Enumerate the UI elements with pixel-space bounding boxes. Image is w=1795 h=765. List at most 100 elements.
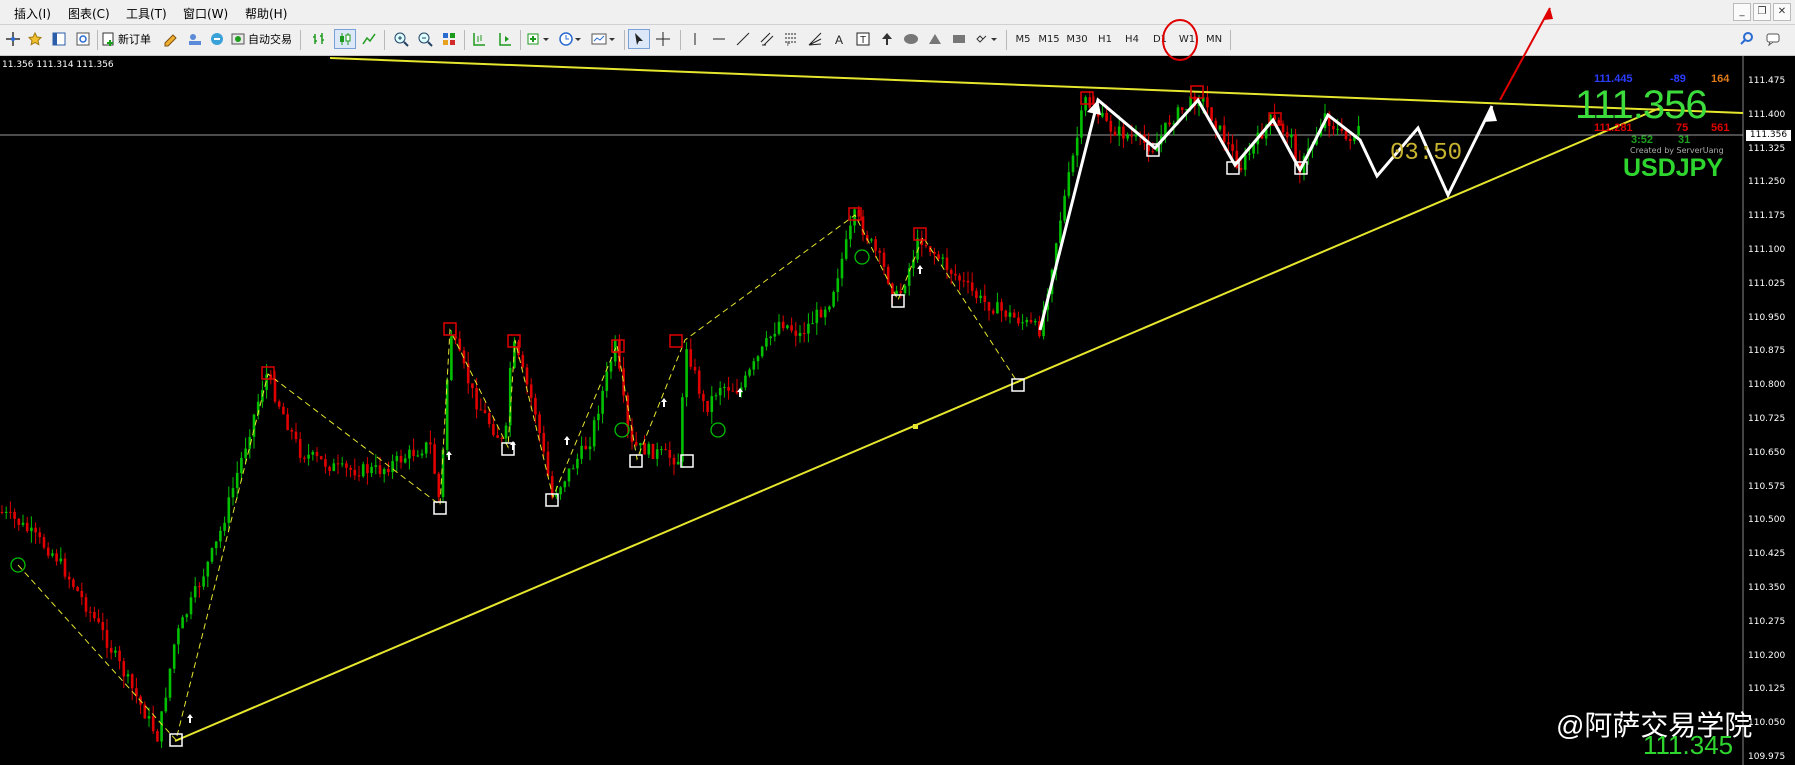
candle-body [975,290,978,299]
candle-body [962,280,966,282]
candle-body [21,522,25,525]
vertical-line-icon[interactable] [684,29,706,49]
menu-tools[interactable]: 工具(T) [126,5,167,22]
crosshair-icon[interactable] [652,29,674,49]
templates-menu-icon[interactable] [588,29,618,49]
zoom-in-icon[interactable] [390,29,412,49]
rectangle-icon[interactable] [948,29,970,49]
menu-help[interactable]: 帮助(H) [245,5,287,22]
chart-shift-icon[interactable] [468,29,490,49]
timeframe-d1[interactable]: D1 [1147,29,1173,49]
timeframe-mn[interactable]: MN [1201,29,1227,49]
favorites-icon[interactable] [24,29,46,49]
line-chart-icon[interactable] [358,29,380,49]
candle-body [370,466,373,474]
candle-timer: 03:50 [1390,140,1463,167]
cursor-icon[interactable] [628,29,650,49]
candle-body [769,336,772,339]
new-order-button[interactable]: 新订单 [100,29,156,49]
price-axis-label: 110.725 [1748,414,1786,424]
fibo-fan-icon[interactable] [804,29,826,49]
text-label-icon[interactable]: T [852,29,874,49]
swing-high-marker [1080,91,1094,105]
zoom-out-icon[interactable] [414,29,436,49]
candle-body [723,386,726,388]
candle-body [315,451,319,457]
candle-body [1109,120,1113,132]
crosshair-move-icon[interactable] [2,29,24,49]
menu-window[interactable]: 窗口(W) [183,5,228,22]
candle-body [0,512,4,513]
candle-body [647,443,651,455]
candle-body [164,697,168,712]
candle-body [1231,144,1234,151]
window-controls: _ ❐ ✕ [1733,3,1791,21]
candle-body [773,333,777,337]
auto-trading-button[interactable]: 自动交易 [230,29,296,49]
chat-icon[interactable] [1762,29,1784,49]
candle-body [437,473,441,498]
indicators-menu-icon[interactable] [524,29,552,49]
price-axis-label: 110.950 [1748,312,1786,323]
channel-icon[interactable] [756,29,778,49]
menu-charts[interactable]: 图表(C) [68,5,110,22]
auto-scroll-icon[interactable] [494,29,516,49]
candle-body [1000,302,1003,311]
candle-body [88,611,92,613]
objects-menu-icon[interactable] [972,29,1000,49]
navigator-icon[interactable] [48,29,70,49]
horizontal-line-icon[interactable] [708,29,730,49]
candle-body [72,579,75,587]
strategy-tester-icon[interactable] [206,29,228,49]
timeframe-h4[interactable]: H4 [1119,29,1145,49]
quote-line: 11.356 111.314 111.356 [2,60,114,70]
candle-body [710,396,714,412]
search-icon[interactable] [1736,29,1758,49]
candle-body [1332,125,1335,130]
bar-chart-icon[interactable] [308,29,330,49]
arrow-shape-icon[interactable] [876,29,898,49]
candle-body [702,393,705,401]
candle-body [34,527,37,533]
candle-body [378,465,382,475]
timeframe-h1[interactable]: H1 [1092,29,1118,49]
candle-body [475,388,478,410]
ellipse-icon[interactable] [900,29,922,49]
candle-body [853,209,856,226]
timeframe-m30[interactable]: M30 [1064,29,1090,49]
candle-body [949,269,953,274]
candle-body [353,469,357,476]
bottom-price-display: 111.345 [1643,730,1734,760]
price-axis-label: 111.400 [1748,109,1786,120]
triangle-icon[interactable] [924,29,946,49]
svg-text:A: A [835,33,843,47]
text-icon[interactable]: A [828,29,850,49]
candlestick-chart-icon[interactable] [334,29,356,49]
candle-body [496,435,499,438]
meta-editor-icon[interactable] [160,29,182,49]
restore-icon[interactable]: ❐ [1753,3,1771,21]
tile-windows-icon[interactable] [438,29,460,49]
trendline-icon[interactable] [732,29,754,49]
swing-high-marker [913,227,927,241]
timeframe-m5[interactable]: M5 [1010,29,1036,49]
minimize-icon[interactable]: _ [1733,3,1751,21]
fibonacci-icon[interactable]: F [780,29,802,49]
candle-body [731,390,735,392]
candle-body [198,586,201,588]
close-icon[interactable]: ✕ [1773,3,1791,21]
candle-body [76,586,79,591]
resistance-trendline [329,57,1744,114]
menu-insert[interactable]: 插入(I) [14,5,51,22]
price-chart[interactable] [0,56,1795,765]
candle-body [651,443,655,459]
candle-body [1101,112,1104,117]
timeframe-w1[interactable]: W1 [1174,29,1200,49]
periods-menu-icon[interactable] [556,29,584,49]
data-window-icon[interactable] [72,29,94,49]
candle-body [391,461,394,473]
timeframe-m15[interactable]: M15 [1036,29,1062,49]
candle-body [760,346,764,357]
candle-body [30,527,33,532]
terminal-icon[interactable] [184,29,206,49]
